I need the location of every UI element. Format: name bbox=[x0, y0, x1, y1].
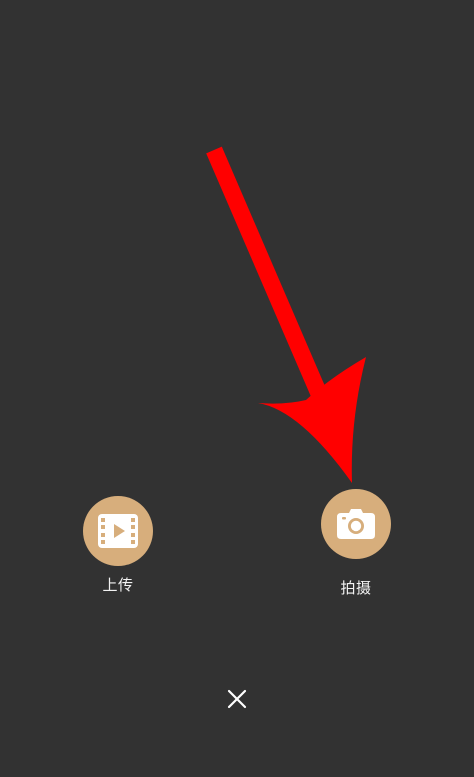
capture-circle[interactable] bbox=[321, 489, 391, 559]
capture-button[interactable]: 拍摄 bbox=[320, 489, 392, 597]
share-action-sheet: 上传 拍摄 bbox=[0, 0, 474, 777]
video-film-icon bbox=[98, 514, 138, 548]
capture-label: 拍摄 bbox=[340, 579, 372, 597]
close-button[interactable] bbox=[225, 687, 249, 711]
upload-circle[interactable] bbox=[83, 496, 153, 566]
close-icon bbox=[227, 689, 247, 709]
upload-button[interactable]: 上传 bbox=[82, 496, 154, 594]
upload-label: 上传 bbox=[102, 576, 134, 594]
camera-icon bbox=[337, 509, 375, 539]
